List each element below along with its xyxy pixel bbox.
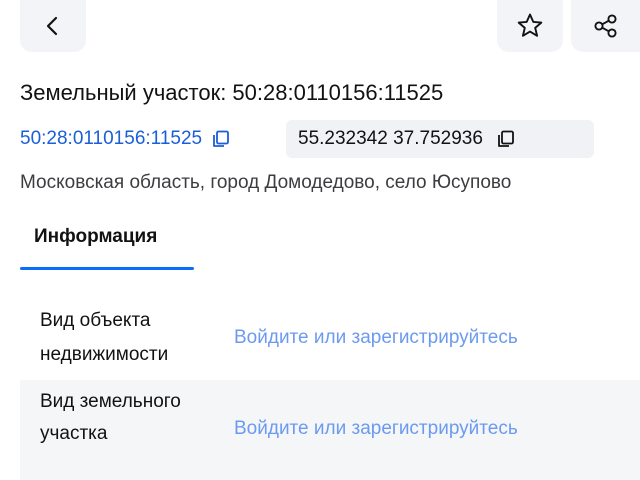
share-icon [593,14,617,38]
page-title: Земельный участок: 50:28:0110156:11525 [20,80,444,105]
login-link[interactable]: Войдите или зарегистрируйтесь [234,418,518,440]
chevron-left-icon [46,16,58,36]
address: Московская область, город Домодедово, се… [20,172,512,193]
share-button[interactable] [571,0,640,52]
table-row: Вид объекта недвижимости Войдите или зар… [20,296,640,380]
row-label: Вид земельного участка [40,391,181,444]
meta-row: 50:28:0110156:11525 55.232342 37.752936 [20,120,640,158]
cadastral-number-link[interactable]: 50:28:0110156:11525 [20,120,230,158]
tab-information[interactable]: Информация [20,218,194,270]
land-plot-page: Земельный участок: 50:28:0110156:11525 5… [0,0,640,480]
table-row: Вид земельного участка Войдите или зарег… [20,380,640,480]
tab-label: Информация [34,226,158,247]
tab-bar: Информация [20,218,194,270]
copy-icon[interactable] [497,130,515,148]
coordinates: 55.232342 37.752936 [298,128,483,149]
active-tab-indicator [20,267,194,270]
favorite-button[interactable] [497,0,563,52]
cadastral-number: 50:28:0110156:11525 [20,128,203,149]
top-bar [0,0,640,52]
coordinates-chip[interactable]: 55.232342 37.752936 [286,120,594,158]
copy-icon[interactable] [212,130,230,148]
star-icon [517,13,543,37]
row-label: Вид объекта недвижимости [40,310,169,365]
back-button[interactable] [20,0,86,52]
info-table: Вид объекта недвижимости Войдите или зар… [20,296,640,480]
login-link[interactable]: Войдите или зарегистрируйтесь [234,327,518,349]
